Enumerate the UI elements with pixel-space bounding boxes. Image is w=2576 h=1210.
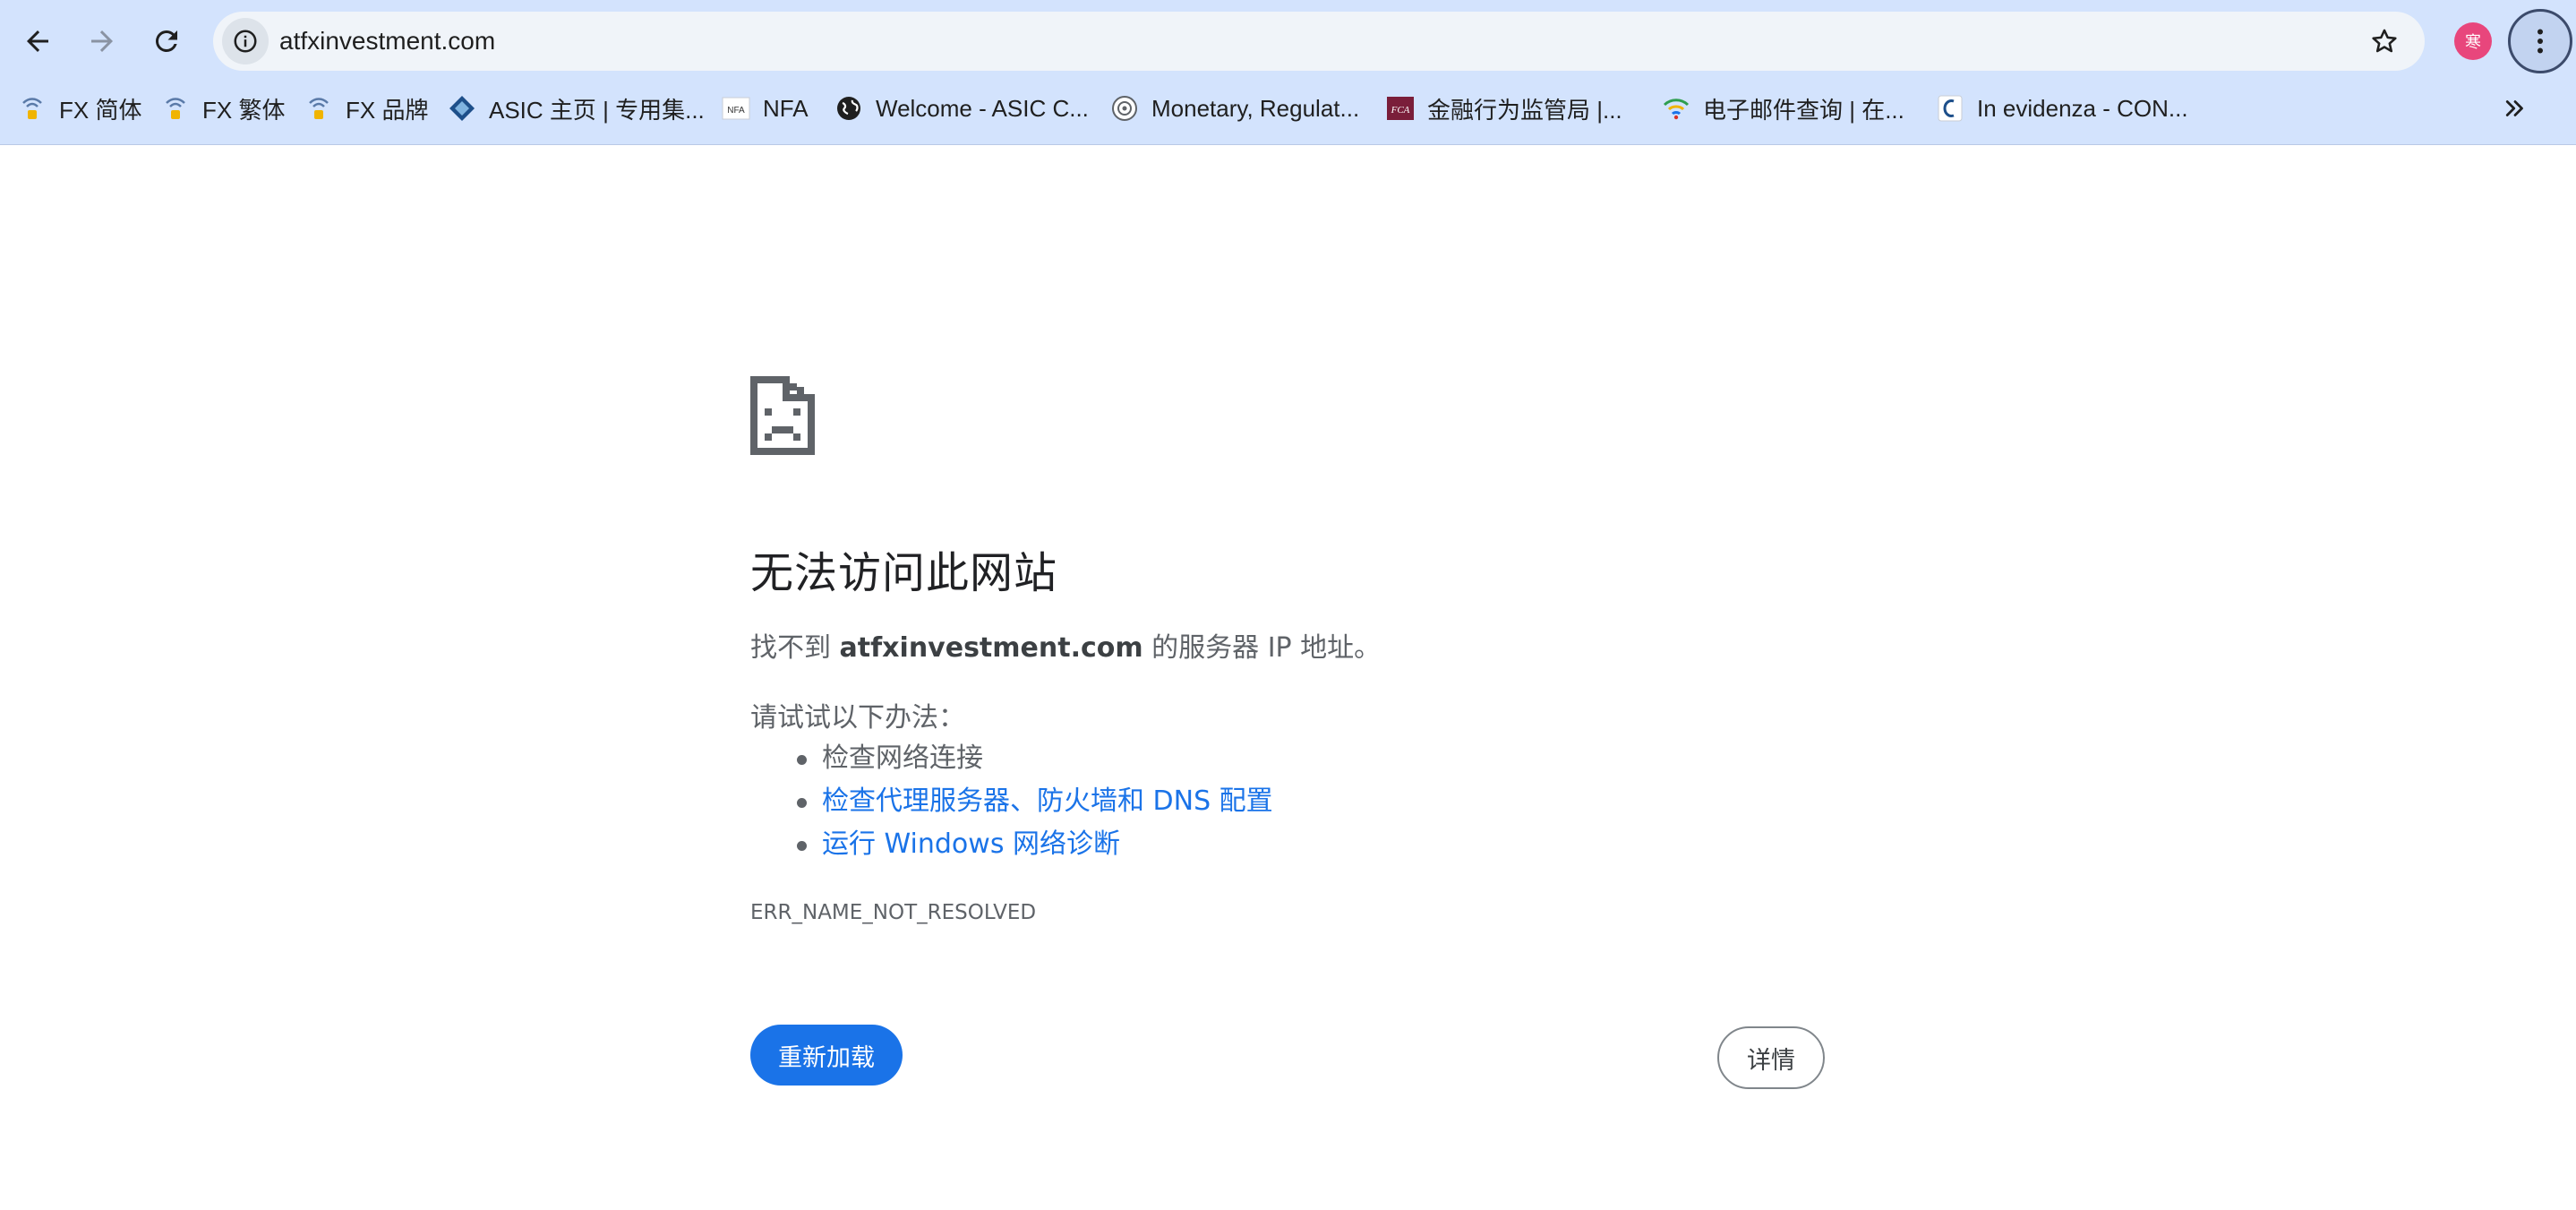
fca-favicon-icon: FCA <box>1386 94 1415 123</box>
bookmark-label: Welcome - ASIC C... <box>876 94 1089 122</box>
profile-avatar[interactable]: 寒 <box>2454 22 2492 60</box>
fx-favicon-icon <box>304 94 333 123</box>
bookmark-label: Monetary, Regulat... <box>1151 94 1360 122</box>
bookmark-item[interactable]: In evidenza - CON... <box>1936 82 2188 134</box>
consob-favicon-icon <box>1936 94 1964 123</box>
arrow-right-icon <box>91 30 113 52</box>
more-vertical-icon <box>2537 29 2543 54</box>
arrow-left-icon <box>27 30 48 52</box>
browser-toolbar: atfxinvestment.com 寒 FX 简体 FX 繁体 FX 品牌 A… <box>0 0 2576 145</box>
address-bar[interactable]: atfxinvestment.com <box>213 12 2425 71</box>
suggestion-check-proxy-link[interactable]: 检查代理服务器、防火墙和 DNS 配置 <box>750 780 1273 823</box>
details-button[interactable]: 详情 <box>1717 1026 1825 1089</box>
bookmark-item[interactable]: NFA NFA <box>722 82 809 134</box>
bookmark-label: FX 简体 <box>59 96 142 124</box>
bookmark-label: 电子邮件查询 | 在... <box>1703 96 1904 124</box>
url-text[interactable]: atfxinvestment.com <box>279 12 495 71</box>
suggestion-run-diagnostics-link[interactable]: 运行 Windows 网络诊断 <box>750 823 1273 866</box>
error-title: 无法访问此网站 <box>750 548 1058 598</box>
nfa-favicon-icon: NFA <box>722 94 750 123</box>
fx-favicon-icon <box>18 94 47 123</box>
bookmark-item[interactable]: FCA 金融行为监管局 |... <box>1386 82 1622 134</box>
error-summary: 找不到 atfxinvestment.com 的服务器 IP 地址。 <box>750 625 1381 665</box>
sad-page-icon <box>750 376 815 455</box>
chevron-double-right-icon <box>2505 100 2523 116</box>
suggestion-check-connection: 检查网络连接 <box>750 737 1273 780</box>
bookmark-item[interactable]: FX 繁体 <box>161 82 285 134</box>
asic-favicon-icon <box>448 94 476 123</box>
globe-favicon-icon <box>834 94 863 123</box>
reload-button[interactable]: 重新加载 <box>750 1025 903 1086</box>
suggestions-list: 检查网络连接 检查代理服务器、防火墙和 DNS 配置 运行 Windows 网络… <box>750 737 1273 866</box>
bookmark-star-button[interactable] <box>2364 21 2405 62</box>
summary-host: atfxinvestment.com <box>839 632 1143 664</box>
bookmark-item[interactable]: ASIC 主页 | 专用集... <box>448 82 705 134</box>
bookmark-label: FX 繁体 <box>202 96 286 124</box>
bookmark-item[interactable]: Monetary, Regulat... <box>1110 82 1359 134</box>
bookmark-label: 金融行为监管局 |... <box>1427 96 1622 124</box>
bookmark-label: NFA <box>763 94 809 122</box>
bookmark-item[interactable]: FX 简体 <box>18 82 141 134</box>
bookmark-item[interactable]: FX 品牌 <box>304 82 428 134</box>
mas-favicon-icon <box>1110 94 1139 123</box>
forward-button[interactable] <box>77 16 127 66</box>
svg-text:NFA: NFA <box>727 106 745 116</box>
summary-suffix: 的服务器 IP 地址。 <box>1143 632 1382 664</box>
wifi-favicon-icon <box>1662 94 1690 123</box>
svg-text:FCA: FCA <box>1391 105 1410 116</box>
fx-favicon-icon <box>161 94 190 123</box>
bookmarks-overflow-button[interactable] <box>2493 86 2537 131</box>
browser-menu-button[interactable] <box>2508 9 2572 73</box>
bookmark-label: ASIC 主页 | 专用集... <box>489 96 705 124</box>
reload-icon <box>155 30 177 52</box>
info-icon <box>234 30 257 53</box>
bookmark-label: FX 品牌 <box>346 96 429 124</box>
site-info-button[interactable] <box>222 18 269 64</box>
star-icon <box>2372 29 2397 53</box>
bookmark-label: In evidenza - CON... <box>1977 94 2188 122</box>
bookmarks-bar: FX 简体 FX 繁体 FX 品牌 ASIC 主页 | 专用集... NFA N… <box>0 82 2576 134</box>
back-button[interactable] <box>13 16 63 66</box>
summary-prefix: 找不到 <box>750 632 840 664</box>
error-code: ERR_NAME_NOT_RESOLVED <box>750 901 1037 924</box>
reload-toolbar-button[interactable] <box>141 16 192 66</box>
suggestions-heading: 请试试以下办法： <box>750 702 965 734</box>
bookmark-item[interactable]: 电子邮件查询 | 在... <box>1662 82 1904 134</box>
bookmark-item[interactable]: Welcome - ASIC C... <box>834 82 1089 134</box>
